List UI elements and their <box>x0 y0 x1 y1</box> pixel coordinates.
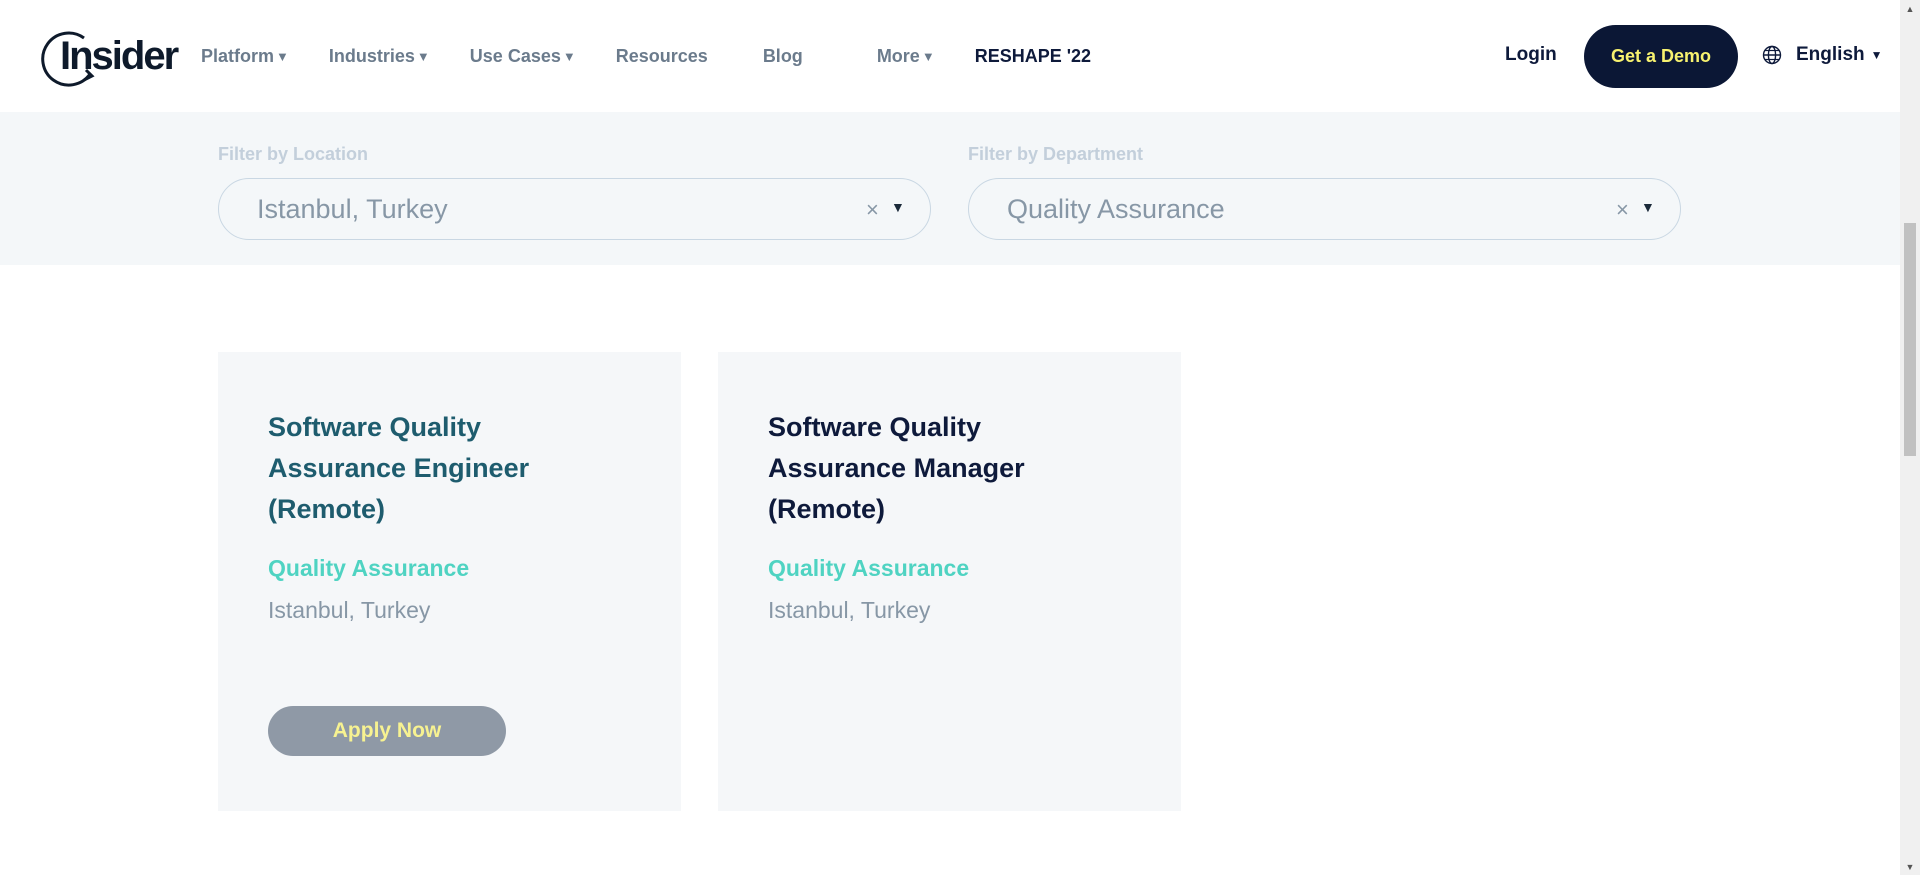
scroll-down-arrow-icon[interactable]: ▼ <box>1900 858 1920 875</box>
department-filter-value: Quality Assurance <box>1007 194 1225 224</box>
main-nav: Platform ▼ Industries ▼ Use Cases ▼ Reso… <box>201 0 1131 112</box>
nav-resources-label: Resources <box>615 45 708 66</box>
job-location: Istanbul, Turkey <box>768 597 931 623</box>
nav-platform[interactable]: Platform ▼ <box>201 46 289 67</box>
close-icon[interactable]: × <box>866 197 879 223</box>
login-link[interactable]: Login <box>1505 44 1557 66</box>
job-card[interactable]: Software Quality Assurance Manager (Remo… <box>718 352 1181 811</box>
globe-icon <box>1762 45 1782 65</box>
nav-more-label: More <box>876 45 920 66</box>
insider-logo[interactable]: Insider <box>40 28 179 87</box>
nav-industries[interactable]: Industries ▼ <box>329 46 430 67</box>
chevron-down-icon: ▼ <box>276 48 289 64</box>
job-location: Istanbul, Turkey <box>268 597 431 623</box>
scrollbar-thumb[interactable] <box>1904 223 1916 456</box>
chevron-down-icon: ▼ <box>562 48 576 64</box>
nav-use-cases-label: Use Cases <box>469 45 561 66</box>
language-label: English <box>1796 44 1865 65</box>
page-scrollbar[interactable]: ▲ ▼ <box>1900 0 1920 875</box>
nav-blog[interactable]: Blog <box>763 46 803 67</box>
chevron-down-icon[interactable]: ▼ <box>1641 199 1655 215</box>
location-filter-value: Istanbul, Turkey <box>257 194 448 224</box>
nav-platform-label: Platform <box>201 45 275 66</box>
chevron-down-icon: ▼ <box>1870 48 1883 62</box>
job-title[interactable]: Software Quality Assurance Engineer (Rem… <box>268 407 568 530</box>
logo-wordmark: Insider <box>60 34 179 78</box>
chevron-down-icon: ▼ <box>921 48 935 64</box>
department-filter-label: Filter by Department <box>968 144 1144 164</box>
location-filter-label: Filter by Location <box>218 144 369 164</box>
nav-blog-label: Blog <box>762 45 803 66</box>
nav-reshape[interactable]: RESHAPE '22 <box>975 46 1091 67</box>
location-filter-select[interactable]: Istanbul, Turkey × ▼ <box>218 178 931 240</box>
nav-industries-label: Industries <box>328 45 415 66</box>
job-department: Quality Assurance <box>268 555 470 581</box>
nav-reshape-label: RESHAPE '22 <box>974 45 1092 66</box>
close-icon[interactable]: × <box>1616 197 1629 223</box>
get-demo-button[interactable]: Get a Demo <box>1584 25 1738 88</box>
nav-use-cases[interactable]: Use Cases ▼ <box>470 46 576 67</box>
nav-resources[interactable]: Resources <box>616 46 708 67</box>
language-selector[interactable]: English ▼ <box>1762 44 1883 66</box>
job-department: Quality Assurance <box>768 555 970 581</box>
chevron-down-icon: ▼ <box>416 48 430 64</box>
job-title[interactable]: Software Quality Assurance Manager (Remo… <box>768 407 1068 530</box>
scroll-up-arrow-icon[interactable]: ▲ <box>1900 0 1920 17</box>
site-header: Insider Platform ▼ Industries ▼ Use Case… <box>0 0 1900 112</box>
apply-now-button[interactable]: Apply Now <box>268 706 506 756</box>
job-card[interactable]: Software Quality Assurance Engineer (Rem… <box>218 352 681 811</box>
nav-more[interactable]: More ▼ <box>877 46 935 67</box>
department-filter-select[interactable]: Quality Assurance × ▼ <box>968 178 1681 240</box>
chevron-down-icon[interactable]: ▼ <box>891 199 905 215</box>
